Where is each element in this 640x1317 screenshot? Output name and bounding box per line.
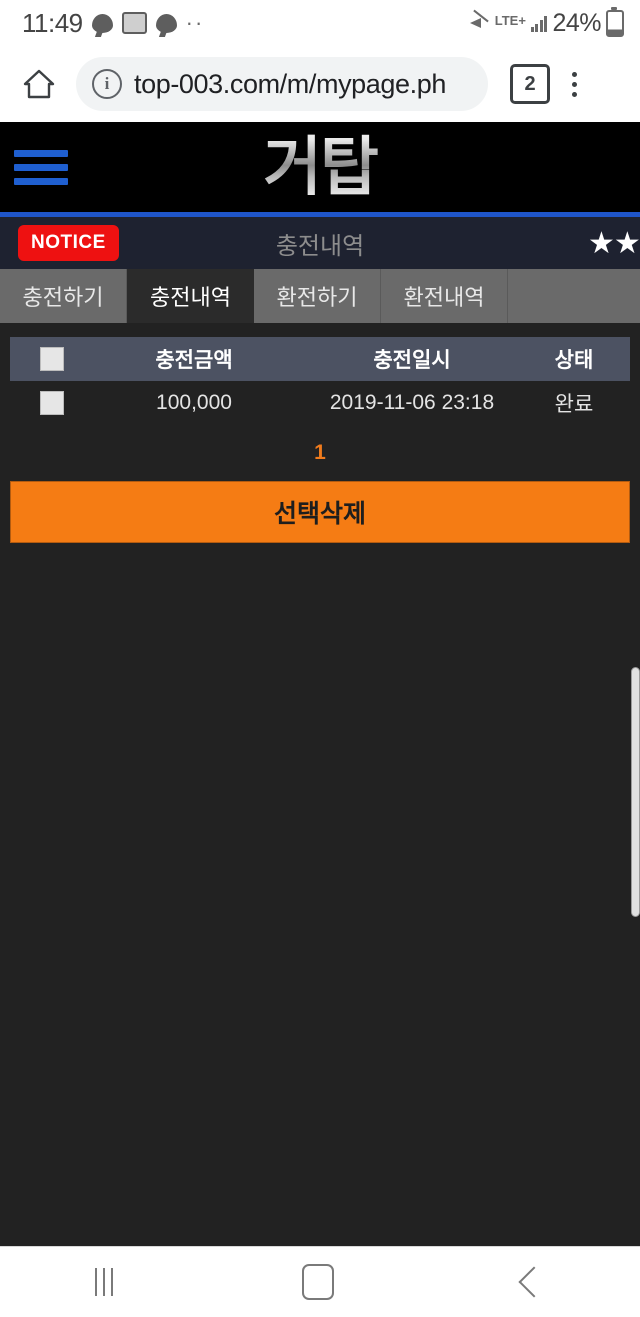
- tab-exchange[interactable]: 환전하기: [254, 269, 381, 323]
- site-info-icon[interactable]: i: [92, 69, 122, 99]
- page-scrollbar[interactable]: [631, 667, 640, 917]
- phone-screen: 11:49 ·· LTE+ 24% i top-003.com/m/mypage…: [0, 0, 640, 1317]
- page-content: 충전금액 충전일시 상태 100,000 2019-11-06 23:18 완료…: [0, 337, 640, 543]
- table-row[interactable]: 100,000 2019-11-06 23:18 완료: [10, 381, 630, 425]
- home-icon[interactable]: [22, 67, 56, 101]
- android-nav-bar: [0, 1246, 640, 1317]
- web-page: 거탑 NOTICE 충전내역 ★★★ 충전하기 충전내역 환전하기 환전내역 충…: [0, 122, 640, 1246]
- site-logo[interactable]: 거탑: [0, 124, 640, 210]
- status-clock: 11:49: [22, 7, 83, 38]
- tab-bar: 충전하기 충전내역 환전하기 환전내역: [0, 269, 640, 323]
- recents-icon[interactable]: [94, 1268, 113, 1296]
- header-state: 상태: [554, 349, 594, 372]
- kakaotalk-icon: [91, 13, 113, 33]
- select-all-checkbox[interactable]: [40, 347, 64, 371]
- address-bar[interactable]: i top-003.com/m/mypage.ph: [76, 57, 488, 111]
- overflow-dots-icon: ··: [185, 10, 205, 35]
- cell-amount: 100,000: [156, 391, 232, 414]
- site-header: 거탑: [0, 122, 640, 217]
- photo-icon: [121, 12, 147, 34]
- cell-state: 완료: [554, 393, 594, 416]
- mute-icon: [469, 14, 490, 32]
- select-all-cell[interactable]: [10, 347, 94, 371]
- hamburger-menu-icon[interactable]: [14, 150, 68, 185]
- kebab-menu-icon[interactable]: [572, 71, 577, 97]
- header-amount: 충전금액: [155, 349, 233, 372]
- tab-exchange-history[interactable]: 환전내역: [381, 269, 508, 323]
- cell-date: 2019-11-06 23:18: [329, 391, 495, 414]
- tab-charge[interactable]: 충전하기: [0, 269, 127, 323]
- delete-selected-button[interactable]: 선택삭제: [10, 481, 630, 543]
- tab-bar-filler: [508, 269, 640, 323]
- battery-percent-label: 24%: [552, 8, 601, 37]
- tab-charge-history[interactable]: 충전내역: [127, 269, 254, 323]
- pagination-page-1[interactable]: 1: [314, 441, 326, 464]
- row-select-cell[interactable]: [10, 391, 94, 415]
- home-icon[interactable]: [301, 1264, 334, 1300]
- notice-bar: NOTICE 충전내역 ★★★: [0, 217, 640, 269]
- status-bar-left: 11:49 ··: [0, 8, 204, 39]
- lte-icon: LTE+: [494, 12, 526, 28]
- tab-counter-button[interactable]: 2: [510, 64, 550, 104]
- row-checkbox[interactable]: [40, 391, 64, 415]
- charge-history-table: 충전금액 충전일시 상태 100,000 2019-11-06 23:18 완료: [10, 337, 630, 425]
- url-text: top-003.com/m/mypage.ph: [134, 68, 446, 99]
- kakaotalk-icon: [155, 13, 177, 33]
- signal-bars-icon: [530, 15, 548, 32]
- android-status-bar: 11:49 ·· LTE+ 24%: [0, 0, 640, 46]
- table-header-row: 충전금액 충전일시 상태: [10, 337, 630, 381]
- browser-toolbar: i top-003.com/m/mypage.ph 2: [0, 46, 640, 122]
- battery-icon: [606, 6, 624, 37]
- notice-badge[interactable]: NOTICE: [18, 225, 119, 261]
- status-bar-right: LTE+ 24%: [469, 6, 640, 38]
- header-date: 충전일시: [373, 349, 451, 372]
- pagination: 1: [0, 441, 640, 465]
- star-rating-icon: ★★★: [588, 226, 640, 260]
- back-icon[interactable]: [518, 1266, 550, 1298]
